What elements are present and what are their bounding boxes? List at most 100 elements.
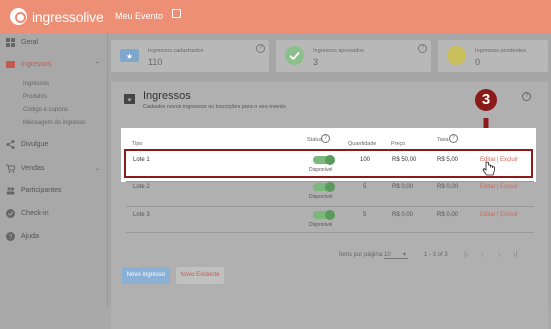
status-text: Disponível [309, 167, 333, 173]
dashboard-icon [6, 37, 15, 47]
row-tipo: Lote 3 [133, 212, 150, 218]
panel-title: Ingressos [143, 90, 191, 102]
sidebar-item-geral[interactable]: Geral [0, 35, 108, 49]
dropdown-arrow-icon[interactable]: ▼ [402, 252, 407, 258]
sidebar-subitem-ingressos[interactable]: Ingressos [23, 81, 49, 87]
delete-link[interactable]: Excluir [500, 157, 518, 163]
help-icon[interactable]: ? [449, 134, 458, 143]
stat-card-aprovados: Ingressos aprovados 3 ? [276, 40, 431, 72]
ticket-icon [6, 60, 15, 68]
last-page-icon[interactable]: ›| [513, 250, 518, 259]
row-tipo: Lote 2 [133, 184, 150, 190]
hand-cursor-icon [482, 161, 495, 176]
status-text: Disponível [309, 194, 333, 200]
help-icon[interactable]: ? [418, 44, 427, 53]
row-quantidade: 100 [360, 157, 371, 163]
first-page-icon[interactable]: |‹ [464, 250, 469, 259]
stat-value: 110 [148, 57, 163, 67]
chevron-up-icon: ⌃ [95, 61, 101, 68]
edit-link[interactable]: Editar [480, 184, 496, 190]
top-bar: ingressolive Meu Evento [0, 0, 551, 33]
status-toggle[interactable] [313, 155, 335, 165]
logo-text: ingressolive [32, 8, 104, 25]
sidebar-item-label: Ingressos [21, 60, 52, 68]
row-preco: R$ 0,00 [392, 184, 414, 190]
sidebar-item-label: Divulgue [21, 140, 49, 148]
sidebar-item-label: Ajuda [21, 232, 39, 240]
pending-icon [447, 46, 466, 65]
sidebar-item-ajuda[interactable]: ? Ajuda [0, 229, 108, 243]
check-circle-icon [6, 208, 15, 218]
sidebar-subitem-codigos[interactable]: Código e cupons [23, 107, 68, 113]
help-icon[interactable]: ? [256, 44, 265, 53]
row-taxa: R$ 0,00 [437, 184, 459, 190]
next-page-icon[interactable]: › [498, 250, 501, 259]
logo[interactable]: ingressolive [10, 8, 104, 25]
svg-text:★: ★ [127, 97, 132, 104]
svg-text:★: ★ [126, 52, 133, 61]
delete-link[interactable]: Excluir [500, 212, 518, 218]
sidebar-item-vendas[interactable]: Vendas ⌄ [0, 161, 108, 175]
sidebar-item-label: Participantes [21, 186, 62, 194]
help-icon[interactable]: ? [522, 92, 531, 101]
action-separator: | [497, 157, 499, 163]
new-lot-button[interactable]: Novo Evidente [176, 267, 224, 284]
stat-card-pendentes: Ingressos pendentes 0 [438, 40, 548, 72]
event-title: Meu Evento [115, 11, 164, 21]
pager-label: Itens por página: [339, 252, 384, 258]
column-header-preco: Preço [391, 141, 406, 147]
action-separator: | [497, 184, 499, 190]
row-divider [126, 232, 534, 233]
sidebar-item-participantes[interactable]: Participantes [0, 183, 108, 197]
check-circle-icon [285, 46, 304, 65]
people-icon [6, 186, 15, 194]
help-icon: ? [6, 231, 15, 241]
column-header-taxa: Taxa [437, 137, 449, 143]
stat-value: 0 [475, 57, 481, 67]
ticket-icon: ★ [120, 49, 139, 62]
status-toggle[interactable] [313, 182, 335, 192]
row-tipo: Lote 1 [133, 157, 150, 163]
sidebar-item-label: Check-in [21, 209, 49, 217]
stat-label: Ingressos pendentes [475, 48, 527, 54]
sidebar-item-label: Vendas [21, 164, 45, 172]
row-preco: R$ 0,00 [392, 212, 414, 218]
column-header-tipo: Tipo [132, 141, 143, 147]
action-separator: | [497, 212, 499, 218]
sidebar-item-label: Geral [21, 38, 39, 46]
prev-page-icon[interactable]: ‹ [481, 250, 484, 259]
panel-subtitle: Cadastre novos ingressos ou inscrições p… [143, 104, 286, 110]
status-toggle[interactable] [313, 210, 335, 220]
edit-event-icon[interactable] [172, 9, 181, 18]
new-ticket-button[interactable]: Novo Ingresso [122, 267, 170, 284]
sidebar-item-divulgue[interactable]: Divulgue [0, 137, 108, 151]
column-header-quantidade: Quantidade [348, 141, 377, 147]
share-icon [6, 139, 15, 149]
stat-value: 3 [313, 57, 319, 67]
sidebar: Geral Ingressos ⌃ Ingressos Produtos Cód… [0, 33, 108, 307]
help-icon[interactable]: ? [321, 134, 330, 143]
delete-link[interactable]: Excluir [500, 184, 518, 190]
sidebar-item-checkin[interactable]: Check-in [0, 206, 108, 220]
logo-icon [10, 8, 27, 25]
svg-text:?: ? [9, 234, 13, 241]
edit-link[interactable]: Editar [480, 212, 496, 218]
cart-icon [6, 164, 15, 173]
row-preco: R$ 50,00 [392, 157, 417, 163]
step-badge: 3 [475, 89, 497, 111]
row-taxa: R$ 0,00 [437, 212, 459, 218]
sidebar-item-ingressos[interactable]: Ingressos ⌃ [0, 57, 108, 71]
sidebar-subitem-produtos[interactable]: Produtos [23, 94, 47, 100]
row-quantidade: 5 [363, 212, 367, 218]
stat-card-cadastrados: ★ Ingressos cadastrados 110 ? [111, 40, 269, 72]
row-quantidade: 5 [363, 184, 367, 190]
chevron-down-icon: ⌄ [95, 165, 101, 172]
sidebar-subitem-mensagem[interactable]: Mensagem do ingresso [23, 120, 85, 126]
stat-label: Ingressos cadastrados [148, 48, 204, 54]
row-divider [126, 206, 534, 207]
row-taxa: R$ 5,00 [437, 157, 459, 163]
pager-range: 1 - 3 of 3 [424, 252, 448, 258]
status-text: Disponível [309, 222, 333, 228]
stat-label: Ingressos aprovados [313, 48, 365, 54]
ticket-icon: ★ [124, 94, 135, 104]
